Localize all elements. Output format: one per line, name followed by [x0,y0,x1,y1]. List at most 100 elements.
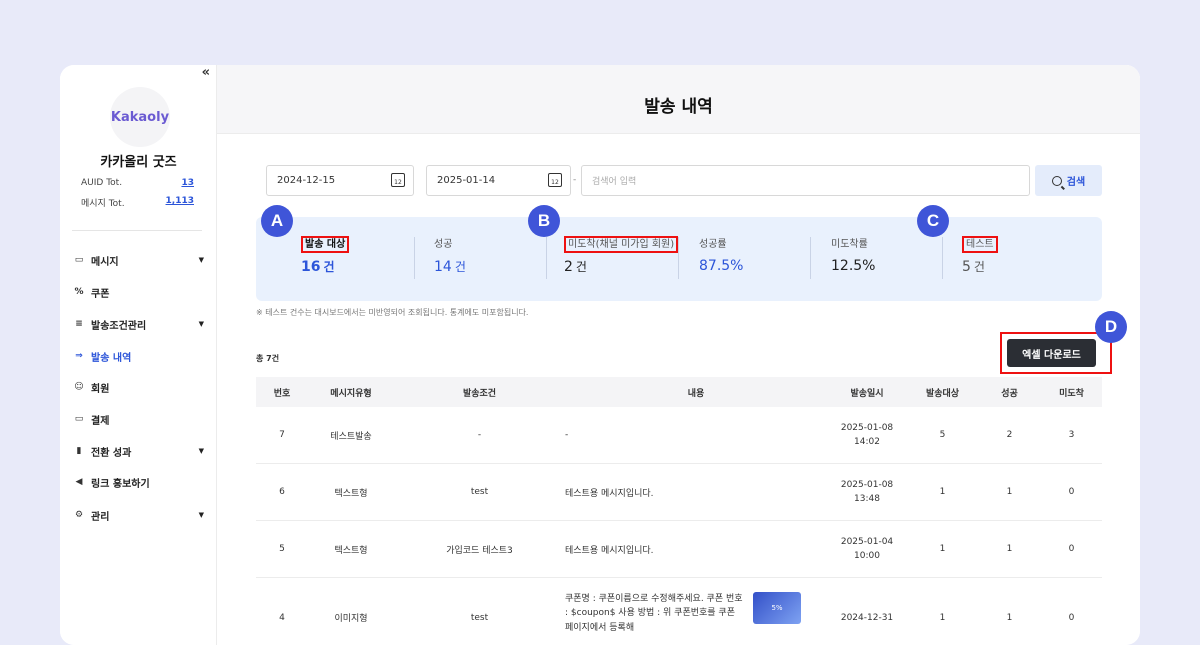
sidebar-item-link-promo[interactable]: ◀ 링크 홍보하기 [72,472,204,492]
cell-target: 5 [939,430,946,440]
column-header: 성공 [1001,388,1018,399]
search-input[interactable]: 검색어 입력 [581,165,1030,196]
cell-type: 테스트발송 [330,431,372,442]
summary-divider [414,237,415,279]
stat-message: 메시지 Tot. 1,113 [81,196,194,209]
sidebar-item-label: 전환 성과 [91,447,132,459]
column-header: 발송일시 [850,388,884,399]
sidebar-item-label: 관리 [91,511,110,523]
annotation-badge-d: D [1095,311,1127,343]
summary-divider [942,237,943,279]
cell-type: 이미지형 [334,614,368,624]
cell-content: 쿠폰명 : 쿠폰이름으로 수정해주세요. 쿠폰 번호 : $coupon$ 사용… [565,578,827,645]
column-header: 미도착 [1059,388,1084,399]
calendar-icon[interactable]: 12 [391,173,405,187]
table-row[interactable]: 7 테스트발송 - - 2025-01-08 14:02 5 2 3 [256,407,1102,464]
cell-no: 7 [279,430,285,440]
cell-condition: test [470,612,489,623]
cell-success: 1 [1006,612,1013,623]
end-date-value: 2025-01-14 [437,175,496,186]
sidebar-item-coupon[interactable]: % 쿠폰 [72,282,204,302]
history-table: 번호 메시지유형 발송조건 내용 발송일시 발송대상 성공 미도착 7 테스트발… [256,377,1102,645]
summary-panel: 발송 대상 16 건 성공 14 건 미도착(채널 미가입 회원) 2건 성공률 8… [256,217,1102,301]
cell-condition: 가입코드 테스트3 [446,545,513,556]
start-date-input[interactable]: 2024-12-15 12 [266,165,414,196]
table-row[interactable]: 4 이미지형 test 쿠폰명 : 쿠폰이름으로 수정해주세요. 쿠폰 번호 :… [256,578,1102,645]
bar-chart-icon: ▮ [76,446,82,456]
table-header: 번호 메시지유형 발송조건 내용 발송일시 발송대상 성공 미도착 [256,377,1102,407]
summary-target: 발송 대상 16 건 [301,235,350,275]
excel-download-button[interactable]: 엑셀 다운로드 [1007,339,1096,367]
summary-value: 2건 [564,259,587,275]
cell-type: 텍스트형 [334,545,368,556]
cell-success: 1 [1006,544,1013,554]
sidebar-item-members[interactable]: ☺ 회원 [72,377,204,397]
stat-value-link[interactable]: 1,113 [166,196,194,209]
cell-type: 텍스트형 [334,488,368,499]
cell-content: - [565,430,569,440]
card-icon: ▭ [74,414,84,424]
chevron-down-icon: ▼ [198,447,204,455]
excel-highlight: 엑셀 다운로드 [1000,332,1112,374]
sidebar-item-message[interactable]: ▭ 메시지 ▼ [72,250,204,270]
table-row[interactable]: 6 텍스트형 test 테스트용 메시지입니다. 2025-01-08 13:48… [256,464,1102,521]
sidebar-item-label: 결제 [91,415,110,427]
cell-target: 1 [939,487,946,497]
page-title: 발송 내역 [644,97,713,117]
end-date-input[interactable]: 2025-01-14 12 [426,165,571,196]
sidebar-item-manage[interactable]: ⚙ 관리 ▼ [72,505,204,525]
cell-success: 1 [1006,487,1013,497]
summary-divider [810,237,811,279]
annotation-badge-c: C [917,205,949,237]
test-count-note: ※ 테스트 건수는 대시보드에서는 미반영되어 조회됩니다. 통계에도 미포함됩… [256,308,529,317]
cell-content: 테스트용 메시지입니다. [565,545,654,556]
chevron-down-icon: ▼ [198,511,204,519]
stat-value-link[interactable]: 13 [181,178,194,188]
summary-value: 14 건 [434,259,466,275]
cell-success: 2 [1006,430,1013,440]
total-count: 총 7건 [256,354,280,363]
summary-value: 12.5% [831,258,876,274]
brand-name: 카카올리 굿즈 [100,155,177,170]
sidebar-item-conditions[interactable]: ≡ 발송조건관리 ▼ [72,314,204,334]
summary-value: 5건 [962,259,985,275]
sidebar-divider [72,230,202,231]
search-placeholder: 검색어 입력 [592,177,637,187]
date-separator: - [573,175,577,185]
chevron-down-icon: ▼ [198,256,204,264]
table-row[interactable]: 5 텍스트형 가입코드 테스트3 테스트용 메시지입니다. 2025-01-04… [256,521,1102,578]
sidebar-item-conversion[interactable]: ▮ 전환 성과 ▼ [72,441,204,461]
cell-target: 1 [939,612,946,623]
sidebar-item-payment[interactable]: ▭ 결제 [72,409,204,429]
chevron-down-icon: ▼ [198,320,204,328]
brand-logo: Kakaoly [110,87,170,147]
cell-fail: 0 [1068,487,1075,497]
sidebar-item-label: 발송 내역 [91,352,132,364]
sidebar-item-send-history[interactable]: ⇒ 발송 내역 [72,346,204,366]
summary-label: 성공 [434,239,453,250]
cell-target: 1 [939,544,946,554]
collapse-sidebar-icon[interactable]: « [202,65,210,80]
summary-test: 테스트 5건 [962,235,998,275]
column-header: 내용 [687,388,705,399]
percent-icon: % [74,287,84,297]
app-window: « Kakaoly 카카올리 굿즈 AUID Tot. 13 메시지 Tot. … [60,65,1140,645]
cell-content: 테스트용 메시지입니다. [565,488,654,499]
coupon-image-thumbnail[interactable]: 5% [753,592,801,624]
summary-label: 테스트 [962,235,998,253]
summary-success: 성공 14 건 [434,235,466,275]
column-header: 번호 [273,388,291,399]
annotation-badge-a: A [261,205,293,237]
search-icon [1051,175,1062,186]
stat-auid: AUID Tot. 13 [81,178,194,188]
cell-date: 2025-01-08 14:02 [840,422,894,447]
summary-divider [546,237,547,279]
sidebar-item-label: 회원 [91,383,110,395]
summary-label: 성공률 [699,239,727,250]
summary-divider [678,237,679,279]
search-button[interactable]: 검색 [1035,165,1102,196]
cell-fail: 3 [1068,430,1075,440]
calendar-icon[interactable]: 12 [548,173,562,187]
cell-fail: 0 [1068,612,1075,623]
summary-value: 16 건 [301,259,335,275]
